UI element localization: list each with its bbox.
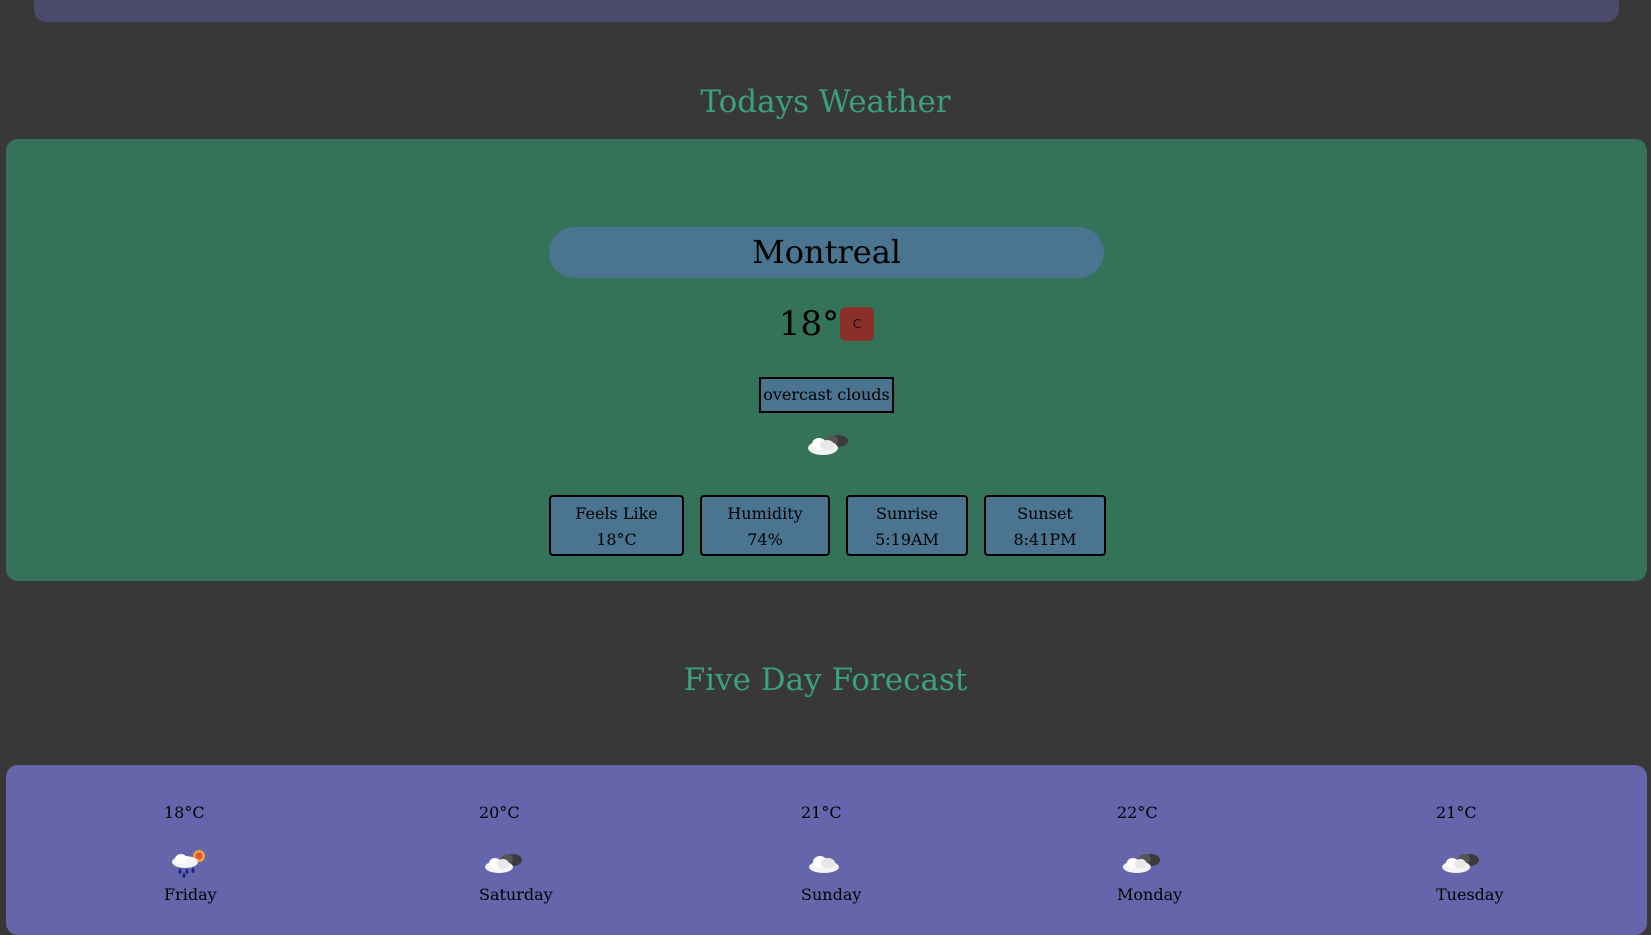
forecast-panel: 18°C Friday 20°C Saturday 21°C Sunday 22… <box>6 765 1647 935</box>
cloud-icon <box>809 856 839 873</box>
forecast-temp: 21°C <box>801 803 842 822</box>
overcast-clouds-icon <box>808 435 848 455</box>
forecast-temp: 20°C <box>479 803 520 822</box>
temperature-row: 18° C <box>6 304 1647 344</box>
top-nav-bar <box>34 0 1619 22</box>
unit-toggle-button[interactable]: C <box>840 307 875 341</box>
sunrise-box: Sunrise 5:19AM <box>846 495 968 556</box>
humidity-box: Humidity 74% <box>700 495 830 556</box>
sunrise-value: 5:19AM <box>875 530 939 549</box>
forecast-temp: 21°C <box>1436 803 1477 822</box>
sunset-box: Sunset 8:41PM <box>984 495 1106 556</box>
feels-like-label: Feels Like <box>575 504 658 523</box>
weather-description: overcast clouds <box>759 377 894 413</box>
forecast-temp: 22°C <box>1117 803 1158 822</box>
forecast-temp: 18°C <box>164 803 205 822</box>
humidity-label: Humidity <box>727 504 803 523</box>
feels-like-box: Feels Like 18°C <box>549 495 684 556</box>
overcast-clouds-icon <box>485 854 522 873</box>
todays-weather-panel: Montreal 18° C overcast clouds Feels Lik… <box>6 139 1647 581</box>
forecast-day-name: Monday <box>1117 885 1183 904</box>
current-temperature: 18° <box>778 304 840 344</box>
feels-like-value: 18°C <box>596 530 637 549</box>
humidity-value: 74% <box>747 530 783 549</box>
todays-weather-heading: Todays Weather <box>700 84 951 120</box>
forecast-day-name: Friday <box>164 885 217 904</box>
sunset-label: Sunset <box>1017 504 1073 523</box>
overcast-clouds-icon <box>1442 854 1479 873</box>
rain-sun-icon <box>172 850 205 878</box>
forecast-day-name: Sunday <box>801 885 862 904</box>
five-day-forecast-heading: Five Day Forecast <box>683 662 968 698</box>
forecast-day-name: Tuesday <box>1436 885 1504 904</box>
forecast-day-name: Saturday <box>479 885 553 904</box>
city-name: Montreal <box>549 227 1104 278</box>
overcast-clouds-icon <box>1123 854 1160 873</box>
sunset-value: 8:41PM <box>1013 530 1077 549</box>
sunrise-label: Sunrise <box>875 504 938 523</box>
